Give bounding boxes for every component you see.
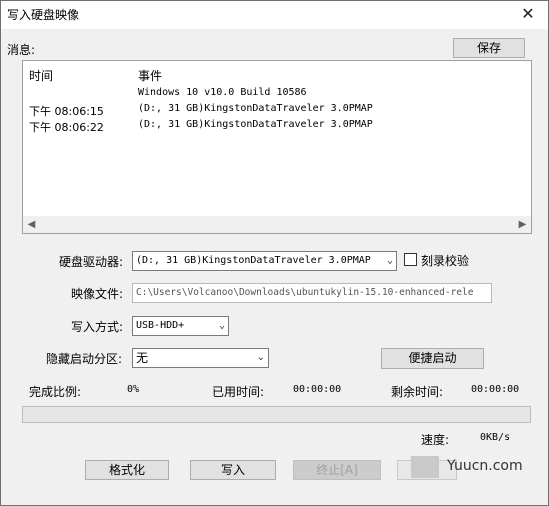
elapsed-time-value: 00:00:00 [293, 384, 342, 395]
drive-select-value: (D:, 31 GB)KingstonDataTraveler 3.0PMAP [136, 255, 371, 266]
done-percent-value: 0% [127, 384, 140, 395]
write-button[interactable]: 写入 [190, 460, 276, 480]
log-column-time: 时间 [29, 69, 54, 83]
watermark-text: Yuucn.com [447, 458, 523, 474]
write-method-select[interactable]: USB-HDD+ ⌄ [132, 316, 229, 336]
verify-checkbox[interactable] [404, 253, 417, 266]
abort-button[interactable]: 终止[A] [293, 460, 381, 480]
log-column-event: 事件 [138, 69, 163, 83]
log-row-event: (D:, 31 GB)KingstonDataTraveler 3.0PMAP [138, 103, 373, 114]
remaining-time-label: 剩余时间: [391, 385, 444, 399]
scroll-right-icon[interactable]: ▶ [514, 216, 531, 233]
window-title: 写入硬盘映像 [7, 8, 80, 22]
hidden-partition-value: 无 [136, 351, 149, 365]
speed-value: 0KB/s [480, 432, 511, 443]
remaining-time-value: 00:00:00 [471, 384, 520, 395]
log-row-event: Windows 10 v10.0 Build 10586 [138, 87, 307, 98]
write-method-label: 写入方式: [71, 320, 124, 334]
write-method-value: USB-HDD+ [136, 320, 185, 331]
format-button[interactable]: 格式化 [85, 460, 169, 480]
drive-select[interactable]: (D:, 31 GB)KingstonDataTraveler 3.0PMAP … [132, 251, 397, 271]
blur-patch [411, 456, 439, 478]
log-row-time: 下午 08:06:15 [29, 105, 104, 118]
quick-boot-button[interactable]: 便捷启动 [381, 348, 484, 369]
hidden-partition-select[interactable]: 无 ⌄ [132, 348, 269, 368]
progress-bar [22, 406, 531, 423]
save-button[interactable]: 保存 [453, 38, 525, 58]
chevron-down-icon: ⌄ [386, 255, 393, 266]
drive-label: 硬盘驱动器: [59, 255, 124, 269]
chevron-down-icon: ⌄ [218, 320, 225, 331]
write-disk-image-window: 写入硬盘映像 ✕ 消息: 保存 时间 事件 Windows 10 v10.0 B… [0, 0, 549, 506]
log-section-label: 消息: [7, 43, 36, 57]
log-row-time: 下午 08:06:22 [29, 121, 104, 134]
log-list[interactable]: 时间 事件 Windows 10 v10.0 Build 10586 下午 08… [22, 60, 532, 234]
title-bar: 写入硬盘映像 ✕ [1, 1, 548, 29]
elapsed-time-label: 已用时间: [212, 385, 265, 399]
close-icon[interactable]: ✕ [516, 3, 540, 25]
verify-label: 刻录校验 [421, 254, 470, 268]
speed-label: 速度: [421, 433, 450, 447]
image-file-label: 映像文件: [71, 287, 124, 301]
horizontal-scrollbar[interactable]: ◀ ▶ [23, 216, 531, 233]
image-file-field[interactable]: C:\Users\Volcanoo\Downloads\ubuntukylin-… [132, 283, 492, 303]
chevron-down-icon: ⌄ [256, 352, 265, 363]
scroll-left-icon[interactable]: ◀ [23, 216, 40, 233]
hidden-partition-label: 隐藏启动分区: [46, 352, 123, 366]
log-row-event: (D:, 31 GB)KingstonDataTraveler 3.0PMAP [138, 119, 373, 130]
done-percent-label: 完成比例: [29, 385, 82, 399]
